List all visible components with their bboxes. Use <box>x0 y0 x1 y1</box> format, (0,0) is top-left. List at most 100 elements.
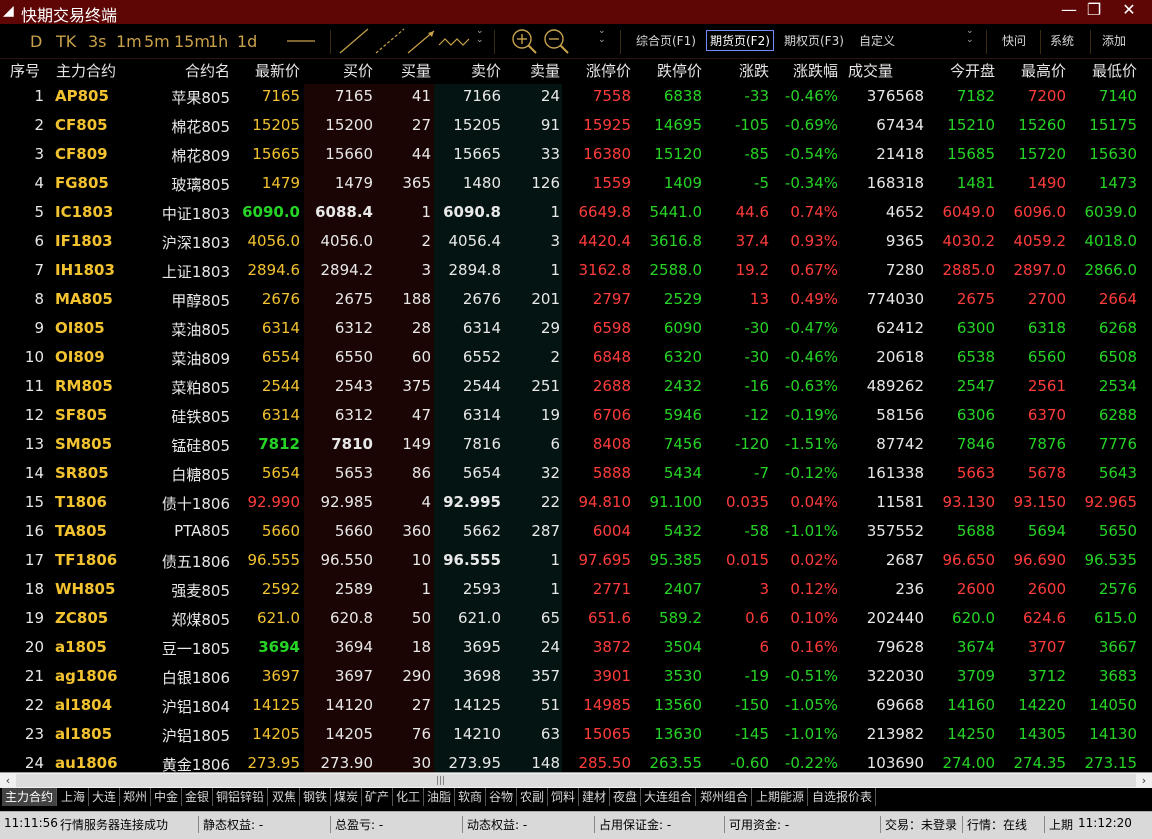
tab-6[interactable]: 金银 <box>182 788 214 806</box>
scroll-left-icon[interactable]: ‹ <box>0 773 16 789</box>
table-row[interactable]: 6 IF1803 沪深1803 4056.0 4056.0 2 4056.4 3 4420.4 3… <box>0 229 1152 258</box>
page-button-custom[interactable]: 自定义 <box>859 32 895 49</box>
column-header-1[interactable]: 序号 <box>10 60 40 81</box>
table-row[interactable]: 16 TA805 PTA805 5660 5660 360 5662 287 6004 5432 -… <box>0 519 1152 548</box>
timeframe-button[interactable]: 1m <box>116 32 142 51</box>
table-row[interactable]: 12 SF805 硅铁805 6314 6312 47 6314 19 6706 5946 -12-… <box>0 403 1152 432</box>
scroll-right-icon[interactable]: › <box>1136 773 1152 789</box>
column-header-4[interactable]: 最新价 <box>255 60 300 81</box>
table-row[interactable]: 15 T1806 债十1806 92.990 92.985 4 92.995 22 94.810… <box>0 490 1152 519</box>
column-header-14[interactable]: 今开盘 <box>950 60 995 81</box>
system-button[interactable]: 系统 <box>1050 32 1074 49</box>
column-header-3[interactable]: 合约名 <box>185 60 230 81</box>
column-header-2[interactable]: 主力合约 <box>56 60 116 81</box>
table-row[interactable]: 13 SM805 锰硅805 7812 7810 149 7816 6 8408 7456 -120… <box>0 432 1152 461</box>
tab-19[interactable]: 夜盘 <box>610 788 642 806</box>
tab-4[interactable]: 郑州 <box>120 788 152 806</box>
chevron-down-icon[interactable]: ⌄ ⌄ <box>476 27 484 45</box>
tab-9[interactable]: 钢铁 <box>300 788 332 806</box>
timeframe-button[interactable]: D <box>30 32 42 51</box>
table-row[interactable]: 19 ZC805 郑煤805 621.0 620.8 50 621.0 65 651.6 589.… <box>0 606 1152 635</box>
table-row[interactable]: 9 OI805 菜油805 6314 6312 28 6314 29 6598 6090 -30 -0… <box>0 316 1152 345</box>
timeframe-button[interactable]: 3s <box>88 32 107 51</box>
column-header-15[interactable]: 最高价 <box>1021 60 1066 81</box>
page-button-overview[interactable]: 综合页(F1) <box>636 32 696 49</box>
tab-2[interactable]: 上海 <box>58 788 90 806</box>
tab-21[interactable]: 郑州组合 <box>697 788 753 806</box>
tab-10[interactable]: 煤炭 <box>331 788 363 806</box>
trend-line-tool-icon[interactable] <box>336 27 372 55</box>
arrow-line-tool-icon[interactable] <box>404 27 440 55</box>
table-row[interactable]: 3 CF809 棉花809 15665 15660 44 15665 33 16380 15120… <box>0 142 1152 171</box>
col-limit-up: 285.50 <box>578 754 632 772</box>
table-row[interactable]: 14 SR805 白糖805 5654 5653 86 5654 32 5888 5434 -7 -0… <box>0 461 1152 490</box>
column-header-10[interactable]: 跌停价 <box>657 60 702 81</box>
table-row[interactable]: 10 OI809 菜油809 6554 6550 60 6552 2 6848 6320 -30 -0… <box>0 345 1152 374</box>
column-header-16[interactable]: 最低价 <box>1092 60 1137 81</box>
timeframe-button[interactable]: 5m <box>144 32 170 51</box>
tab-8[interactable]: 双焦 <box>269 788 301 806</box>
col-contract: OI809 <box>55 348 105 366</box>
table-row[interactable]: 2 CF805 棉花805 15205 15200 27 15205 91 15925 14695… <box>0 113 1152 142</box>
tab-15[interactable]: 谷物 <box>486 788 518 806</box>
table-row[interactable]: 1 AP805 苹果805 7165 7165 41 7166 24 7558 6838 -33 -0… <box>0 84 1152 113</box>
tab-1[interactable]: 主力合约 <box>2 788 58 806</box>
zoom-out-icon[interactable] <box>542 27 570 55</box>
table-row[interactable]: 5 IC1803 中证1803 6090.0 6088.4 1 6090.8 1 6649.8 5… <box>0 200 1152 229</box>
tab-14[interactable]: 软商 <box>455 788 487 806</box>
table-row[interactable]: 20 a1805 豆一1805 3694 3694 18 3695 24 3872 3504 6 0.… <box>0 635 1152 664</box>
table-row[interactable]: 18 WH805 强麦805 2592 2589 1 2593 1 2771 2407 3 0.12%… <box>0 577 1152 606</box>
table-row[interactable]: 8 MA805 甲醇805 2676 2675 188 2676 201 2797 2529 13 0… <box>0 287 1152 316</box>
timeframe-button[interactable]: 1d <box>237 32 257 51</box>
horizontal-scrollbar[interactable]: ‹ ||| › <box>0 772 1152 789</box>
zoom-in-icon[interactable] <box>510 27 538 55</box>
tab-20[interactable]: 大连组合 <box>641 788 697 806</box>
column-header-8[interactable]: 卖量 <box>530 60 560 81</box>
tab-3[interactable]: 大连 <box>89 788 121 806</box>
tab-12[interactable]: 化工 <box>393 788 425 806</box>
timeframe-button[interactable]: 15m <box>174 32 210 51</box>
tab-5[interactable]: 中金 <box>151 788 183 806</box>
scrollbar-thumb[interactable] <box>16 774 1136 787</box>
timeframe-button[interactable]: 1h <box>208 32 228 51</box>
column-header-5[interactable]: 买价 <box>343 60 373 81</box>
tab-23[interactable]: 自选报价表 <box>809 788 877 806</box>
table-row[interactable]: 17 TF1806 债五1806 96.555 96.550 10 96.555 1 97.69… <box>0 548 1152 577</box>
timeframe-button[interactable]: TK <box>56 32 76 51</box>
table-row[interactable]: 4 FG805 玻璃805 1479 1479 365 1480 126 1559 1409 -5-… <box>0 171 1152 200</box>
column-header-6[interactable]: 买量 <box>401 60 431 81</box>
table-row[interactable]: 24 au1806 黄金1806 273.95 273.90 30 273.95 148 285… <box>0 751 1152 772</box>
page-button-futures[interactable]: 期货页(F2) <box>706 30 774 51</box>
page-button-options[interactable]: 期权页(F3) <box>784 32 844 49</box>
column-header-7[interactable]: 卖价 <box>471 60 501 81</box>
column-header-13[interactable]: 成交量 <box>848 60 893 81</box>
add-button[interactable]: 添加 <box>1102 32 1126 49</box>
wave-line-tool-icon[interactable] <box>436 27 472 55</box>
column-header-9[interactable]: 涨停价 <box>586 60 631 81</box>
col-high: 6560 <box>1027 348 1066 366</box>
chevron-down-icon[interactable]: ⌄ ⌄ <box>966 27 974 45</box>
tab-18[interactable]: 建材 <box>579 788 611 806</box>
tab-7[interactable]: 铜铝锌铅 <box>213 788 269 806</box>
chevron-down-icon[interactable]: ⌄ ⌄ <box>598 27 606 45</box>
tab-17[interactable]: 饲料 <box>548 788 580 806</box>
table-row[interactable]: 21 ag1806 白银1806 3697 3697 290 3698 357 3901 3530… <box>0 664 1152 693</box>
ray-line-tool-icon[interactable] <box>372 27 408 55</box>
col-index: 22 <box>24 696 44 714</box>
column-header-11[interactable]: 涨跌 <box>739 60 769 81</box>
tab-13[interactable]: 油脂 <box>424 788 456 806</box>
table-row[interactable]: 22 al1804 沪铝1804 14125 14120 27 14125 51 14985 13… <box>0 693 1152 722</box>
table-row[interactable]: 7 IH1803 上证1803 2894.6 2894.2 3 2894.8 1 3162.8 2… <box>0 258 1152 287</box>
table-row[interactable]: 11 RM805 菜粕805 2544 2543 375 2544 251 2688 2432 -1… <box>0 374 1152 403</box>
column-header-12[interactable]: 涨跌幅 <box>793 60 838 81</box>
tab-11[interactable]: 矿产 <box>362 788 394 806</box>
tab-22[interactable]: 上期能源 <box>753 788 809 806</box>
horizontal-line-tool-icon[interactable] <box>283 27 319 55</box>
maximize-button[interactable]: ❐ <box>1077 0 1111 22</box>
close-button[interactable]: ✕ <box>1112 0 1146 22</box>
table-row[interactable]: 23 al1805 沪铝1805 14205 14205 76 14210 63 15065 13… <box>0 722 1152 751</box>
quick-ask-button[interactable]: 快问 <box>1002 32 1026 49</box>
col-contract: RM805 <box>55 377 113 395</box>
col-contract: CF805 <box>55 116 108 134</box>
tab-16[interactable]: 农副 <box>517 788 549 806</box>
